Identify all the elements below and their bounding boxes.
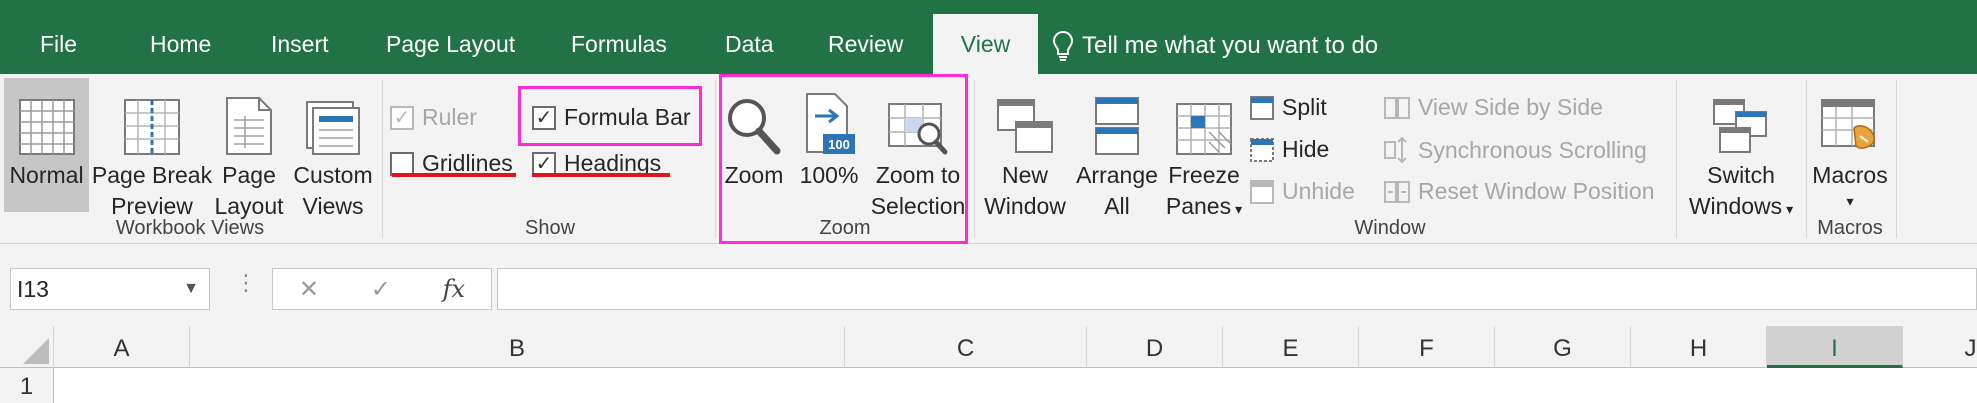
worksheet-cells[interactable] [54, 368, 1977, 403]
insert-function-icon[interactable]: fx [443, 275, 465, 303]
tab-formulas[interactable]: Formulas [571, 0, 667, 74]
side-by-side-icon [1384, 96, 1410, 119]
group-separator [715, 80, 716, 238]
tell-me-label: Tell me what you want to do [1082, 32, 1379, 59]
column-header-h[interactable]: H [1631, 326, 1767, 368]
dropdown-arrow-icon: ▾ [1235, 201, 1243, 217]
group-separator [382, 80, 383, 238]
switch-windows-icon [1712, 80, 1770, 156]
group-separator [974, 80, 975, 238]
tab-insert[interactable]: Insert [271, 0, 329, 74]
tab-data[interactable]: Data [725, 0, 774, 74]
enter-icon[interactable]: ✓ [371, 275, 391, 304]
workbook-views-group-label: Workbook Views [115, 217, 265, 239]
synchronous-scrolling-button[interactable]: Synchronous Scrolling [1384, 136, 1647, 164]
ruler-checkbox[interactable]: ✓ Ruler [390, 104, 477, 131]
ribbon-tab-bar: File Home Insert Page Layout Formulas Da… [0, 0, 1977, 74]
macros-group-label: Macros [1817, 217, 1883, 239]
split-icon [1250, 95, 1274, 120]
split-button[interactable]: Split [1250, 94, 1327, 121]
window-group-label: Window [1354, 217, 1426, 239]
normal-view-button[interactable]: Normal [4, 78, 89, 212]
normal-view-icon [18, 80, 76, 156]
page-layout-view-button[interactable]: Page Layout [214, 80, 284, 222]
view-side-by-side-button[interactable]: View Side by Side [1384, 94, 1603, 121]
new-window-icon [996, 80, 1054, 156]
arrange-all-icon [1094, 80, 1140, 156]
hide-window-icon [1250, 137, 1274, 162]
dropdown-arrow-icon: ▾ [1786, 201, 1794, 217]
macros-icon [1820, 80, 1880, 156]
freeze-panes-button[interactable]: Freeze Panes ▾ [1164, 80, 1244, 225]
checkmark-icon: ✓ [532, 151, 556, 176]
page-layout-icon [225, 80, 273, 156]
tab-file[interactable]: File [40, 0, 77, 74]
tab-page-layout[interactable]: Page Layout [386, 0, 515, 74]
group-separator [1676, 80, 1677, 238]
zoom-group-highlight-box [719, 74, 968, 244]
reset-window-position-button[interactable]: Reset Window Position [1384, 178, 1655, 205]
select-all-corner[interactable] [0, 326, 54, 368]
column-header-f[interactable]: F [1359, 326, 1495, 368]
column-header-d[interactable]: D [1087, 326, 1223, 368]
cancel-icon[interactable]: ✕ [299, 275, 319, 304]
sync-scroll-icon [1384, 136, 1407, 164]
custom-views-button[interactable]: Custom Views [288, 80, 378, 222]
freeze-panes-icon [1175, 80, 1233, 156]
name-box[interactable]: I13 ▼ [10, 268, 210, 310]
tab-view[interactable]: View [933, 14, 1038, 74]
row-header-1[interactable]: 1 [0, 368, 54, 403]
column-header-b[interactable]: B [190, 326, 845, 368]
tab-home[interactable]: Home [150, 0, 211, 74]
column-header-e[interactable]: E [1223, 326, 1359, 368]
group-separator [1896, 80, 1897, 238]
formula-bar-highlight-box [518, 86, 702, 146]
custom-views-icon [305, 80, 361, 156]
gridlines-strikethrough [392, 173, 516, 177]
switch-windows-button[interactable]: Switch Windows ▾ [1678, 80, 1804, 225]
column-headers: A B C D E F G H I J [0, 326, 1977, 368]
lightbulb-icon [1052, 30, 1074, 61]
new-window-button[interactable]: New Window [982, 80, 1068, 222]
tab-review[interactable]: Review [828, 0, 903, 74]
column-header-c[interactable]: C [845, 326, 1087, 368]
headings-strikethrough [532, 173, 670, 177]
page-break-preview-icon [123, 80, 181, 156]
checkbox-empty-icon [390, 151, 414, 176]
show-group-label: Show [524, 217, 576, 239]
name-box-dropdown-icon[interactable]: ▼ [183, 269, 199, 309]
column-header-g[interactable]: G [1495, 326, 1631, 368]
page-break-preview-button[interactable]: Page Break Preview [92, 80, 212, 222]
column-header-a[interactable]: A [54, 326, 190, 368]
checkmark-icon: ✓ [390, 105, 414, 130]
formula-buttons: ✕ ✓ fx [272, 268, 492, 310]
macros-button[interactable]: Macros ▾ [1808, 80, 1892, 211]
formula-bar-area: I13 ▼ ⋮ ✕ ✓ fx [0, 244, 1977, 326]
arrange-all-button[interactable]: Arrange All [1072, 80, 1162, 222]
group-separator [1806, 80, 1807, 238]
formula-input[interactable] [497, 268, 1977, 310]
unhide-button[interactable]: Unhide [1250, 178, 1355, 205]
column-header-i[interactable]: I [1767, 326, 1903, 368]
unhide-window-icon [1250, 179, 1274, 204]
tell-me-search[interactable]: Tell me what you want to do [1052, 26, 1378, 66]
hide-button[interactable]: Hide [1250, 136, 1329, 163]
reset-position-icon [1384, 180, 1410, 203]
resize-handle-icon[interactable]: ⋮ [235, 270, 257, 296]
select-all-triangle-icon [23, 338, 49, 364]
ribbon-view-panel: Normal Page Break Preview Page Layout Cu… [0, 74, 1977, 244]
column-header-j[interactable]: J [1903, 326, 1977, 368]
dropdown-arrow-icon: ▾ [1846, 193, 1854, 209]
